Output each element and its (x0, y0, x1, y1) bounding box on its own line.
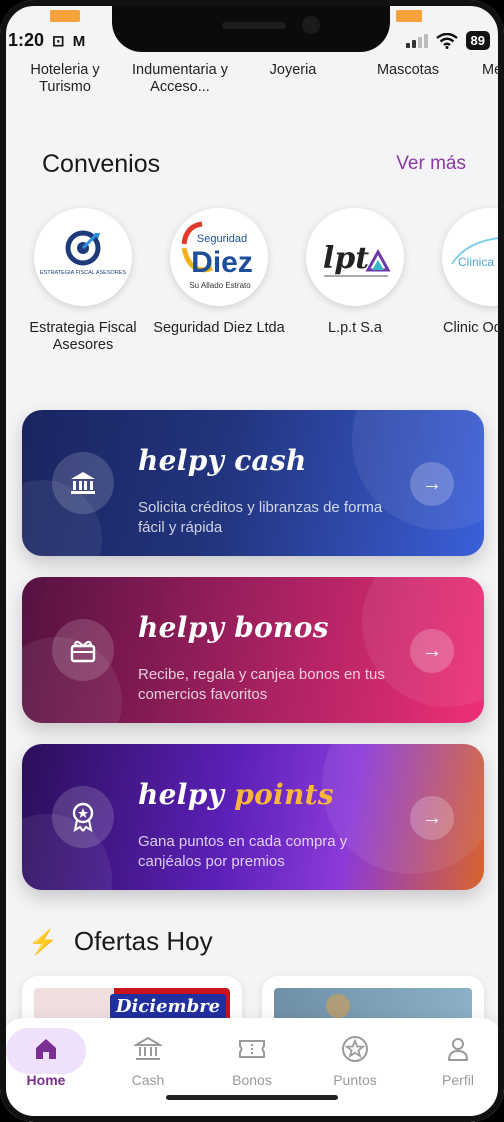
convenio-logo: ESTRATEGIA FISCAL ASESORES (34, 208, 132, 306)
convenio-logo-text: ESTRATEGIA FISCAL ASESORES (40, 270, 127, 276)
card-description: Gana puntos en cada compra y canjéalos p… (138, 833, 348, 870)
lpt-logo-icon: lpt (323, 241, 391, 277)
bank-icon (52, 452, 114, 514)
speaker (222, 22, 286, 29)
category-item[interactable]: Mascotas (360, 62, 456, 79)
ofertas-title-text: Ofertas Hoy (73, 926, 213, 956)
nav-item-perfil[interactable]: Perfil (418, 1032, 498, 1088)
status-time: 1:20 (8, 30, 45, 50)
convenio-item[interactable]: ESTRATEGIA FISCAL ASESORES Estrategia Fi… (15, 208, 151, 354)
card-title-accent: points (234, 778, 334, 811)
nav-item-cash[interactable]: Cash (108, 1032, 188, 1088)
convenio-name: Seguridad Diez Ltda (153, 320, 285, 336)
home-indicator (166, 1095, 338, 1100)
partial-category-icon (50, 10, 80, 22)
convenio-name: Clinic Odontolo (443, 320, 504, 336)
clinic-logo-icon: Clinica M (451, 236, 504, 269)
arrow-right-icon[interactable]: → (410, 796, 454, 840)
front-camera (302, 16, 320, 34)
convenio-logo: lpt (306, 208, 404, 306)
nav-label: Home (26, 1072, 66, 1088)
offer-banner-text: Diciembre (110, 994, 226, 1020)
app-screen: 1:20 ⊡ M 89 Hoteleria y Turismo Indument… (0, 0, 504, 1122)
gift-card-icon (52, 619, 114, 681)
card-description: Solicita créditos y libranzas de forma f… (138, 499, 383, 536)
helpy-cash-card[interactable]: helpy cash Solicita créditos y libranzas… (22, 410, 484, 556)
convenio-logo-text: lpt (323, 241, 369, 276)
convenio-item[interactable]: Clinica M Clinic Odontolo (423, 208, 504, 337)
nav-item-puntos[interactable]: Puntos (315, 1032, 395, 1088)
home-icon (6, 1032, 86, 1066)
category-item[interactable]: Joyeria (250, 62, 336, 79)
battery-indicator: 89 (465, 31, 490, 50)
convenio-item[interactable]: Seguridad Diez Su Allado Estrato Segurid… (151, 208, 287, 337)
ticket-icon (212, 1032, 292, 1066)
nav-label: Bonos (232, 1072, 272, 1088)
convenio-name: Estrategia Fiscal Asesores (29, 320, 137, 353)
nav-label: Cash (131, 1072, 165, 1088)
camera-notch (112, 0, 390, 52)
nav-item-bonos[interactable]: Bonos (212, 1032, 292, 1088)
nav-item-home[interactable]: Home (6, 1032, 86, 1088)
bank-icon (108, 1032, 188, 1066)
target-logo-icon: ESTRATEGIA FISCAL ASESORES (40, 230, 127, 276)
star-badge-icon (315, 1032, 395, 1066)
see-more-link[interactable]: Ver más (396, 153, 466, 175)
convenio-logo-text: Su Allado Estrato (189, 281, 251, 290)
category-row: Hoteleria y Turismo Indumentaria y Acces… (0, 62, 504, 102)
award-badge-icon (52, 786, 114, 848)
category-item[interactable]: Hoteleria y Turismo (18, 62, 112, 96)
signal-icon (405, 33, 428, 48)
shield-logo-icon: Seguridad Diez Su Allado Estrato (181, 221, 253, 290)
svg-text:Seguridad: Seguridad (197, 233, 247, 245)
lightning-icon: ⚡ (28, 929, 58, 956)
svg-text:Diez: Diez (191, 246, 253, 279)
convenio-logo: Seguridad Diez Su Allado Estrato (170, 208, 268, 306)
arrow-right-icon[interactable]: → (410, 629, 454, 673)
nav-label: Perfil (442, 1072, 474, 1088)
category-item[interactable]: Me (482, 62, 504, 79)
convenio-logo: Clinica M (442, 208, 504, 306)
user-icon (418, 1032, 498, 1066)
system-status: 89 (405, 31, 490, 50)
card-title-main: helpy (138, 778, 225, 811)
convenio-logo-text: Clinica M (458, 255, 504, 269)
card-title: helpy points (138, 778, 334, 811)
helpy-points-card[interactable]: helpy points Gana puntos en cada compra … (22, 744, 484, 890)
convenio-item[interactable]: lpt L.p.t S.a (287, 208, 423, 337)
section-title-ofertas: ⚡ Ofertas Hoy (28, 926, 213, 957)
partial-category-icon (396, 10, 422, 22)
card-description: Recibe, regala y canjea bonos en tus com… (138, 666, 385, 703)
convenio-name: L.p.t S.a (327, 320, 382, 336)
card-title: helpy cash (138, 444, 307, 477)
notification-icons: ⊡ M (52, 33, 88, 50)
section-title-convenios: Convenios (42, 150, 161, 178)
arrow-right-icon[interactable]: → (410, 462, 454, 506)
category-item[interactable]: Indumentaria y Acceso... (130, 62, 230, 96)
wifi-icon (435, 32, 458, 49)
bottom-navigation: Home Cash Bonos Puntos Perfil (0, 1018, 504, 1122)
nav-label: Puntos (333, 1072, 377, 1088)
helpy-bonos-card[interactable]: helpy bonos Recibe, regala y canjea bono… (22, 577, 484, 723)
card-title: helpy bonos (138, 611, 329, 644)
